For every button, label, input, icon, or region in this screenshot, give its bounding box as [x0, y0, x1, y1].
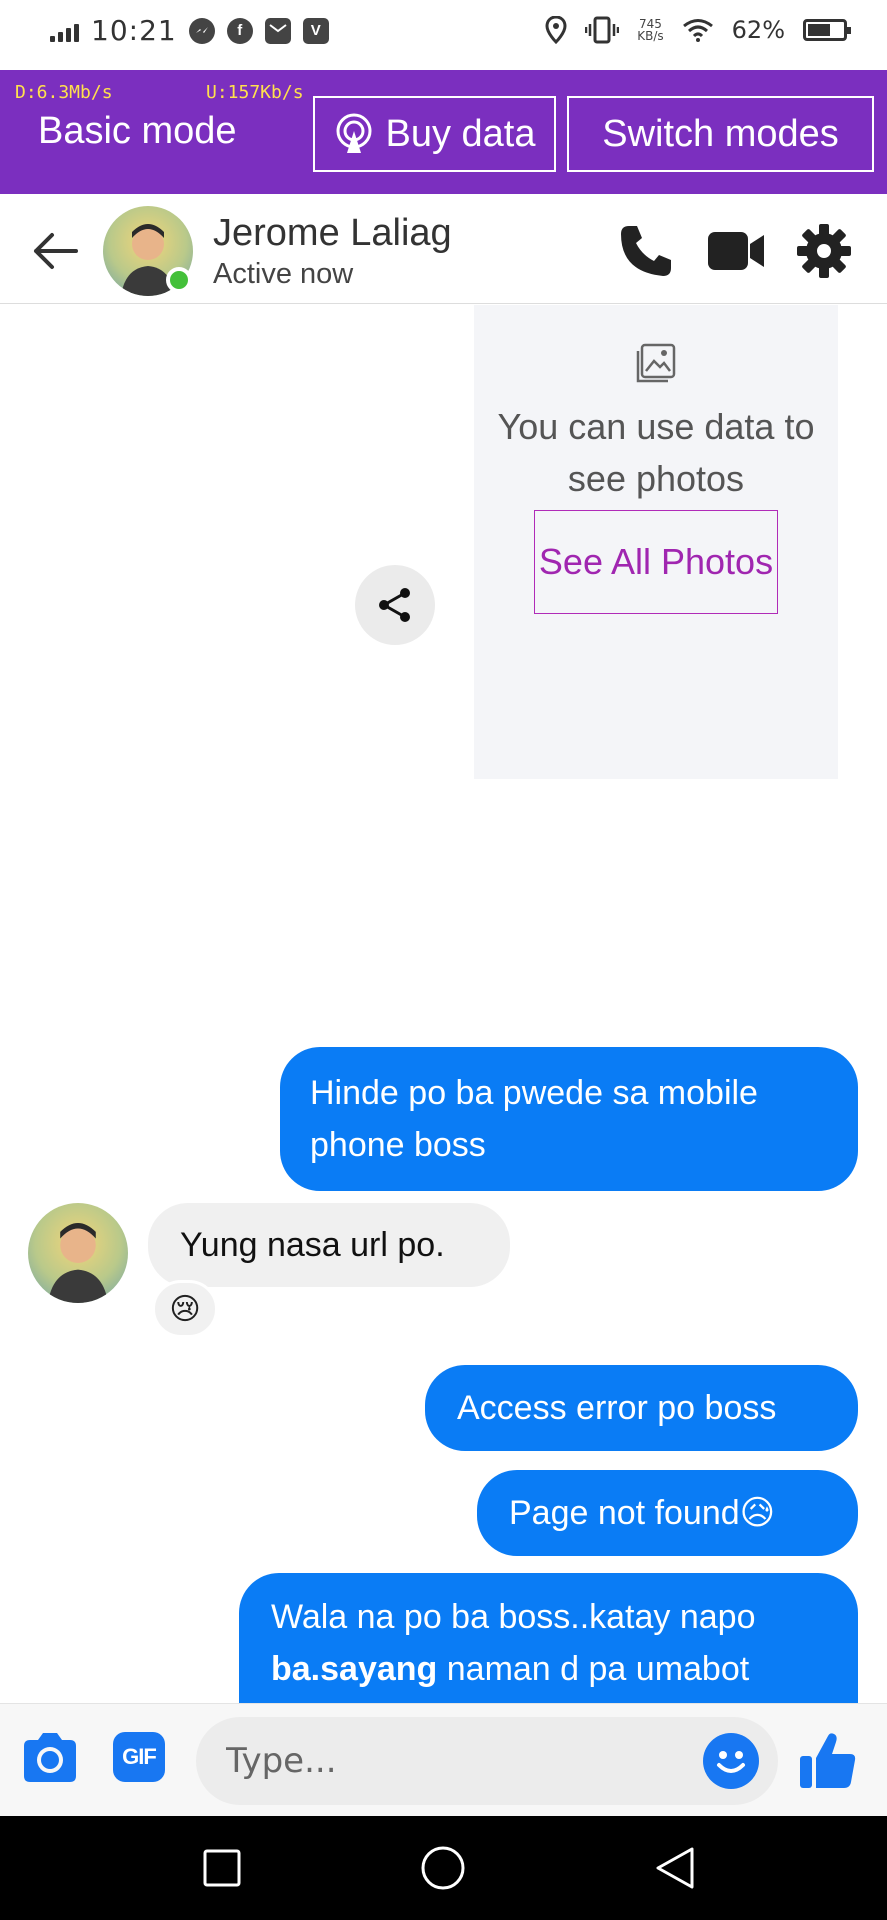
- chat-header: Jerome Laliag Active now: [0, 194, 887, 304]
- camera-icon: [24, 1733, 76, 1782]
- share-icon: [379, 588, 410, 622]
- message-bubble-outgoing[interactable]: Wala na po ba boss..katay napo ba.sayang…: [239, 1573, 858, 1703]
- image-icon: [636, 343, 676, 383]
- like-button[interactable]: [796, 1728, 860, 1792]
- switch-modes-button[interactable]: Switch modes: [567, 96, 874, 172]
- vivo-icon: V: [302, 17, 329, 44]
- smiley-icon: [717, 1751, 745, 1773]
- chat-settings-button[interactable]: [795, 222, 853, 280]
- arrow-left-icon: [34, 233, 78, 269]
- data-mode-bar: D:6.3Mb/s U:157Kb/s Basic mode Buy data …: [0, 70, 887, 194]
- location-icon: [545, 16, 567, 44]
- system-navigation-bar: [0, 1816, 887, 1920]
- broadcast-icon: [336, 113, 371, 153]
- wifi-icon: [682, 19, 713, 42]
- circle-icon: [421, 1846, 465, 1890]
- messenger-icon: [188, 17, 215, 44]
- thumbs-up-icon: [800, 1733, 856, 1788]
- camera-button[interactable]: [20, 1730, 80, 1786]
- photo-data-note: You can use data to see photos: [497, 406, 815, 499]
- status-bar-right: 745 KB/s 62%: [545, 16, 851, 44]
- message-bubble-incoming[interactable]: Yung nasa url po.: [148, 1203, 510, 1287]
- message-bubble-outgoing[interactable]: Access error po boss: [425, 1365, 858, 1451]
- battery-percent: 62%: [731, 16, 785, 44]
- buy-data-label: Buy data: [385, 112, 536, 155]
- upload-speed: U:157Kb/s: [206, 82, 304, 103]
- video-call-button[interactable]: [706, 222, 764, 280]
- download-speed: D:6.3Mb/s: [15, 82, 113, 103]
- signal-icon: [50, 20, 79, 42]
- share-button[interactable]: [355, 565, 435, 645]
- message-reaction[interactable]: 😢: [152, 1280, 218, 1338]
- phone-icon: [621, 226, 671, 276]
- see-all-photos-button[interactable]: See All Photos: [534, 510, 778, 614]
- gif-button[interactable]: GIF: [113, 1732, 165, 1782]
- vibrate-icon: [585, 16, 620, 44]
- switch-modes-label: Switch modes: [602, 112, 839, 155]
- contact-name[interactable]: Jerome Laliag: [213, 212, 452, 255]
- network-speed: 745 KB/s: [637, 17, 664, 43]
- system-back-button[interactable]: [615, 1816, 735, 1920]
- contact-status: Active now: [213, 258, 354, 290]
- mode-label: Basic mode: [38, 110, 237, 152]
- message-input[interactable]: [196, 1717, 778, 1805]
- gear-icon: [797, 224, 851, 278]
- status-bar-left: 10:21 f V: [50, 14, 329, 47]
- photo-placeholder-card: You can use data to see photos See All P…: [474, 305, 838, 779]
- recent-apps-button[interactable]: [162, 1816, 282, 1920]
- message-bubble-outgoing[interactable]: Page not found😥: [477, 1470, 858, 1556]
- triangle-back-icon: [656, 1847, 694, 1889]
- sender-avatar[interactable]: [28, 1203, 128, 1303]
- status-bar: 10:21 f V 745 KB/s 62%: [0, 0, 887, 70]
- square-icon: [203, 1849, 241, 1887]
- message-list[interactable]: You can use data to see photos See All P…: [0, 305, 887, 1703]
- battery-icon: [803, 19, 851, 41]
- message-bubble-outgoing[interactable]: Hinde po ba pwede sa mobile phone boss: [280, 1047, 858, 1191]
- online-indicator: [166, 267, 192, 293]
- buy-data-button[interactable]: Buy data: [313, 96, 556, 172]
- home-button[interactable]: [383, 1816, 503, 1920]
- voice-call-button[interactable]: [617, 222, 675, 280]
- mail-icon: [264, 17, 291, 44]
- message-composer: GIF: [0, 1703, 887, 1816]
- emoji-button[interactable]: [703, 1733, 759, 1789]
- clock: 10:21: [91, 14, 177, 47]
- facebook-icon: f: [226, 17, 253, 44]
- back-button[interactable]: [30, 226, 80, 276]
- video-camera-icon: [708, 232, 764, 270]
